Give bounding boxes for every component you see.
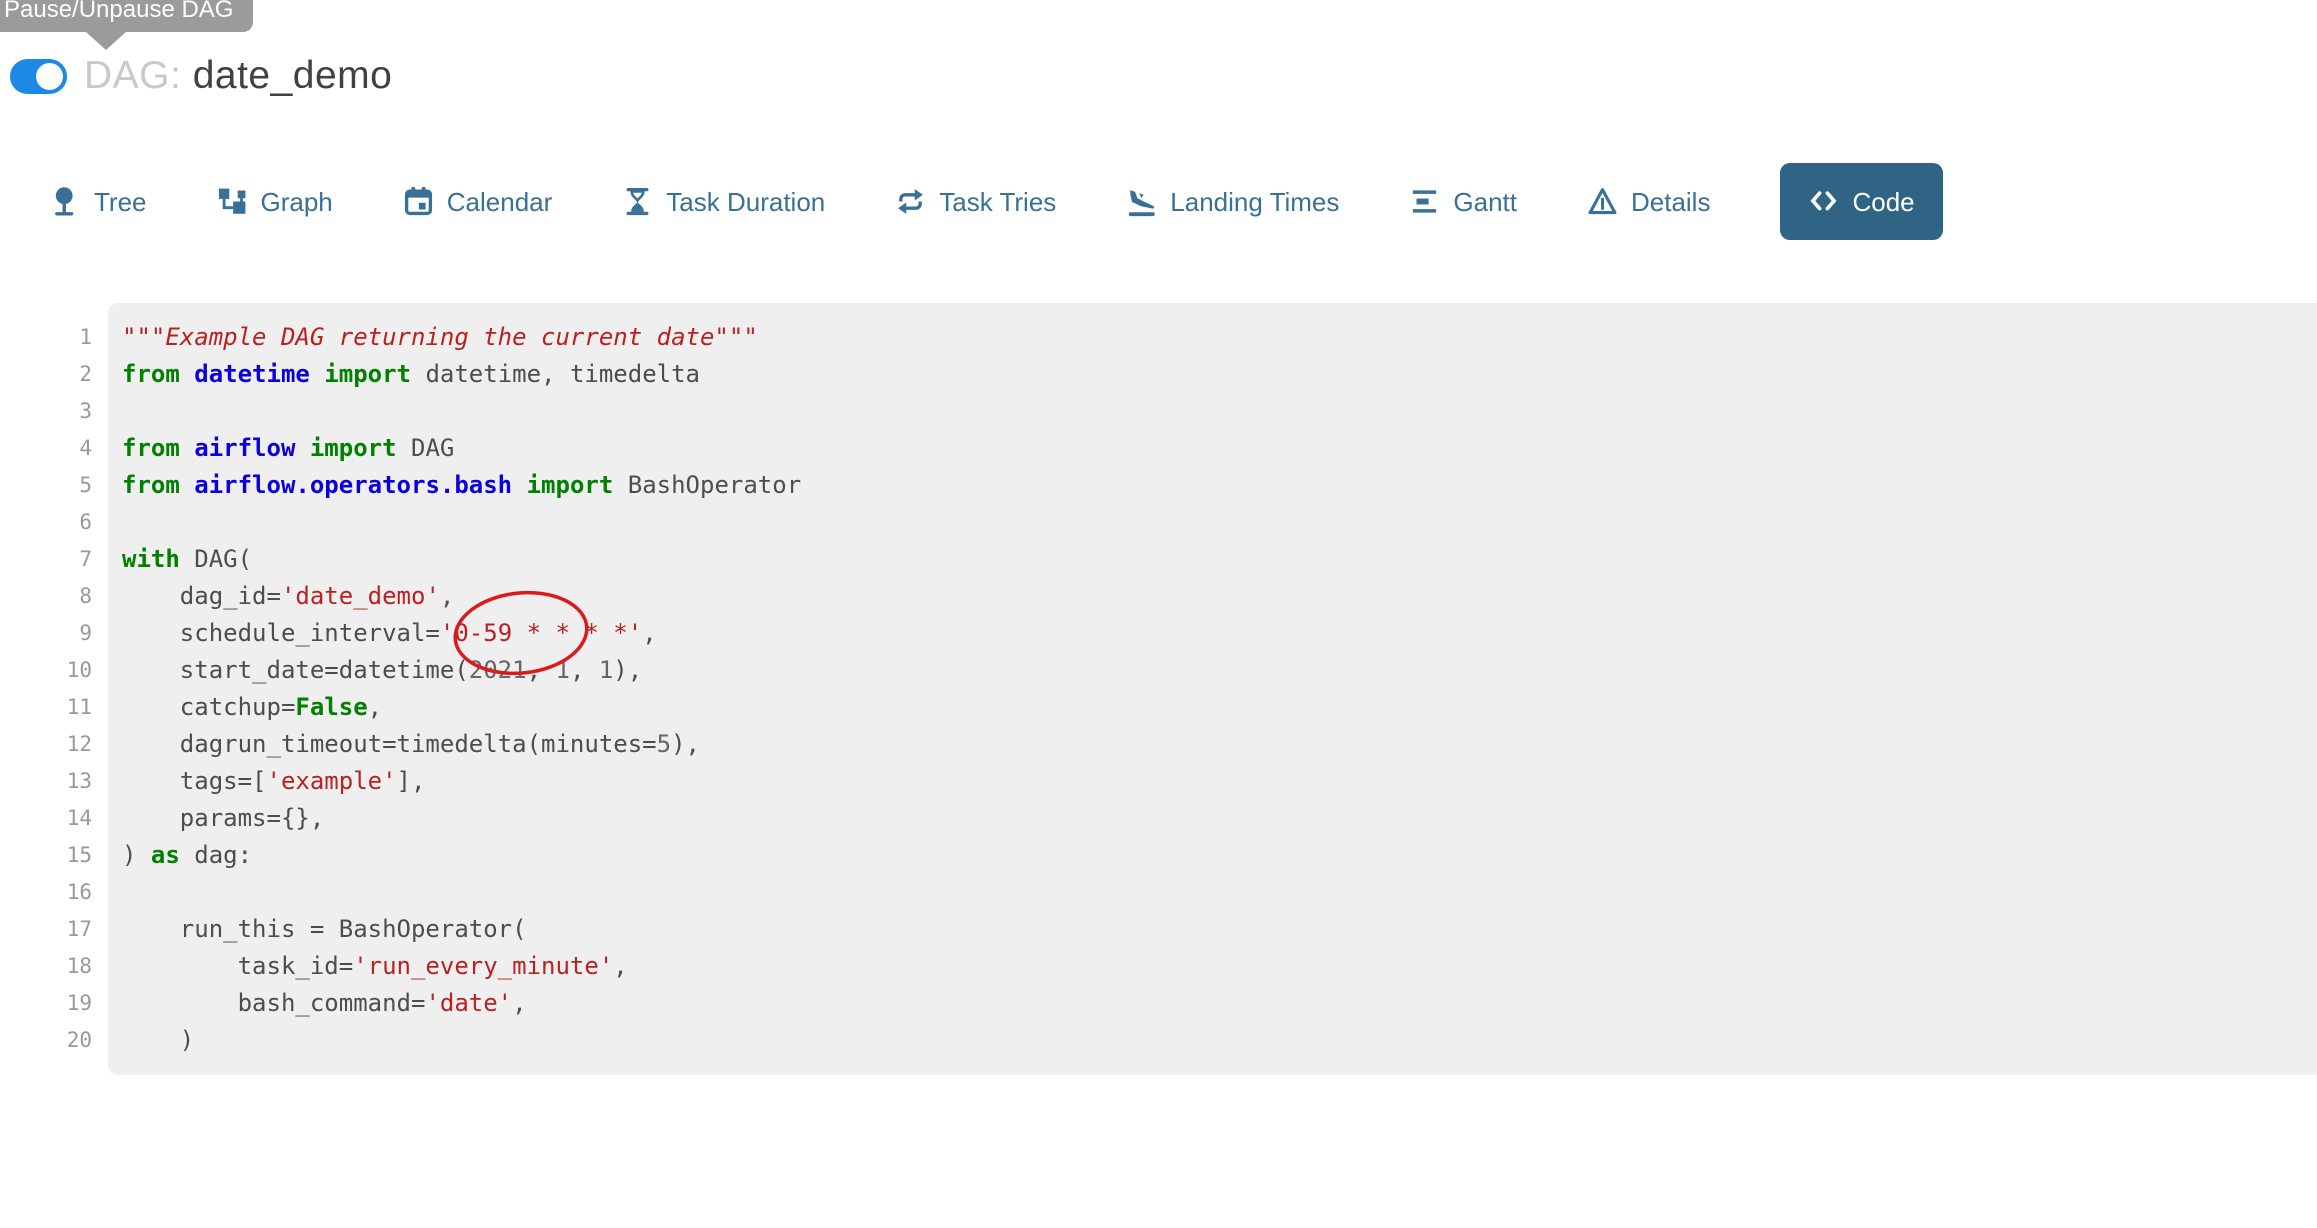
code-line: task_id='run_every_minute', (122, 948, 2317, 985)
line-number: 5 (0, 467, 108, 504)
code-line: from airflow.operators.bash import BashO… (122, 467, 2317, 504)
code-line: dag_id='date_demo', (122, 578, 2317, 615)
line-number: 18 (0, 948, 108, 985)
graph-icon (217, 186, 248, 217)
code-line: catchup=False, (122, 689, 2317, 726)
toggle-knob (36, 63, 63, 90)
code-line (122, 874, 2317, 911)
line-number: 12 (0, 726, 108, 763)
code-line: from datetime import datetime, timedelta (122, 356, 2317, 393)
tab-gantt[interactable]: Gantt (1409, 186, 1517, 217)
warning-triangle-icon (1587, 186, 1618, 217)
dag-view-tabs: Tree Graph Calendar Task Duration Task Tries… (50, 163, 2317, 240)
code-line: with DAG( (122, 541, 2317, 578)
code-line: dagrun_timeout=timedelta(minutes=5), (122, 726, 2317, 763)
code-line: ) (122, 1022, 2317, 1059)
tooltip-text: Pause/Unpause DAG (4, 0, 233, 23)
line-number: 15 (0, 837, 108, 874)
line-number: 3 (0, 393, 108, 430)
line-number: 17 (0, 911, 108, 948)
line-number-gutter: 1234567891011121314151617181920 (0, 303, 108, 1075)
code-view: 1234567891011121314151617181920 """Examp… (0, 303, 2317, 1075)
code-line: run_this = BashOperator( (122, 911, 2317, 948)
dag-label: DAG: (84, 54, 181, 97)
tab-code[interactable]: Code (1780, 163, 1942, 240)
pause-unpause-toggle[interactable] (10, 59, 67, 94)
tab-tree[interactable]: Tree (50, 186, 147, 217)
gantt-bars-icon (1409, 186, 1440, 217)
line-number: 9 (0, 615, 108, 652)
code-line: bash_command='date', (122, 985, 2317, 1022)
tab-task-duration[interactable]: Task Duration (622, 186, 825, 217)
tab-landing-times[interactable]: Landing Times (1126, 186, 1339, 217)
line-number: 2 (0, 356, 108, 393)
source-code: """Example DAG returning the current dat… (108, 303, 2317, 1075)
repeat-icon (895, 186, 926, 217)
line-number: 16 (0, 874, 108, 911)
dag-header: DAG: date_demo (10, 52, 392, 100)
code-line: from airflow import DAG (122, 430, 2317, 467)
line-number: 6 (0, 504, 108, 541)
tab-label: Gantt (1453, 189, 1517, 215)
code-line: """Example DAG returning the current dat… (122, 319, 2317, 356)
code-brackets-icon (1808, 186, 1839, 217)
hourglass-icon (622, 186, 653, 217)
pause-unpause-tooltip: Pause/Unpause DAG (0, 0, 253, 32)
line-number: 19 (0, 985, 108, 1022)
line-number: 4 (0, 430, 108, 467)
code-line (122, 504, 2317, 541)
tooltip-arrow (86, 32, 126, 50)
dag-name: date_demo (193, 54, 393, 97)
tab-label: Task Duration (666, 189, 825, 215)
tab-task-tries[interactable]: Task Tries (895, 186, 1056, 217)
code-line: schedule_interval='0-59 * * * *', (122, 615, 2317, 652)
tab-label: Graph (261, 189, 333, 215)
line-number: 8 (0, 578, 108, 615)
tab-label: Landing Times (1170, 189, 1339, 215)
code-line: tags=['example'], (122, 763, 2317, 800)
tab-graph[interactable]: Graph (217, 186, 333, 217)
page-title: DAG: date_demo (84, 54, 392, 98)
code-line: ) as dag: (122, 837, 2317, 874)
line-number: 14 (0, 800, 108, 837)
tab-label: Tree (94, 189, 147, 215)
code-line (122, 393, 2317, 430)
line-number: 20 (0, 1022, 108, 1059)
line-number: 10 (0, 652, 108, 689)
code-line: start_date=datetime(2021, 1, 1), (122, 652, 2317, 689)
tab-details[interactable]: Details (1587, 186, 1710, 217)
line-number: 7 (0, 541, 108, 578)
line-number: 11 (0, 689, 108, 726)
tab-label: Task Tries (939, 189, 1056, 215)
tab-calendar[interactable]: Calendar (403, 186, 553, 217)
tab-label: Details (1631, 189, 1710, 215)
calendar-icon (403, 186, 434, 217)
plane-landing-icon (1126, 186, 1157, 217)
line-number: 1 (0, 319, 108, 356)
code-line: params={}, (122, 800, 2317, 837)
tab-label: Code (1852, 189, 1914, 215)
tab-label: Calendar (447, 189, 553, 215)
line-number: 13 (0, 763, 108, 800)
tree-icon (50, 186, 81, 217)
